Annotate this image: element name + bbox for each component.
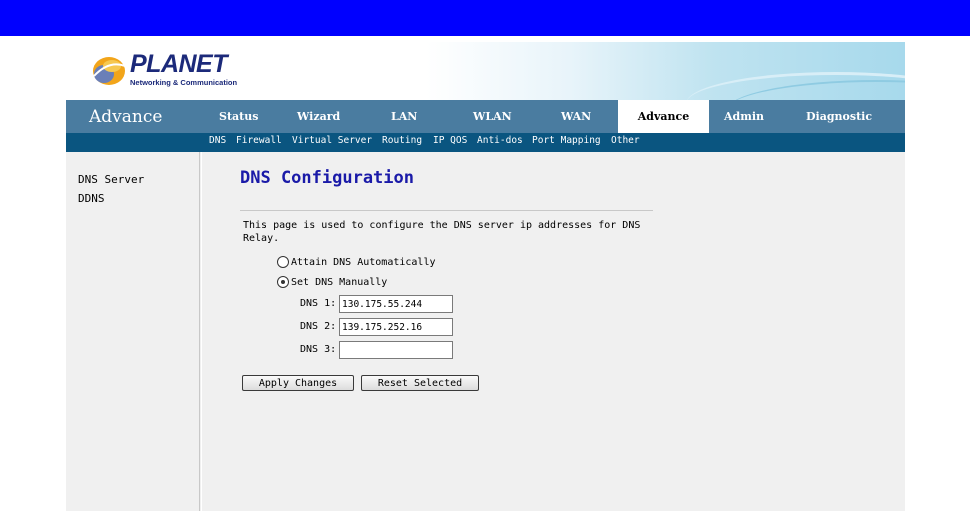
nav-tab-lan[interactable]: LAN	[391, 100, 417, 133]
nav-tab-advance[interactable]: Advance	[618, 100, 709, 133]
nav-section-title: Advance	[89, 107, 163, 127]
sidebar-item-dns-server[interactable]: DNS Server	[78, 173, 144, 186]
subnav-other[interactable]: Other	[611, 135, 640, 146]
nav-tab-wan[interactable]: WAN	[561, 100, 591, 133]
radio-row-manual: Set DNS Manually	[277, 276, 387, 288]
page-title: DNS Configuration	[240, 168, 414, 188]
radio-set-dns-manually[interactable]	[277, 276, 289, 288]
sub-nav: DNS Firewall Virtual Server Routing IP Q…	[66, 133, 905, 152]
planet-logo-icon	[93, 57, 126, 85]
dns2-label: DNS 2:	[300, 321, 337, 332]
logo-brand-text: PLANET	[130, 50, 228, 78]
dns1-input[interactable]	[339, 295, 453, 313]
subnav-port-mapping[interactable]: Port Mapping	[532, 135, 601, 146]
subnav-dns[interactable]: DNS	[209, 135, 226, 146]
apply-changes-button[interactable]: Apply Changes	[242, 375, 354, 391]
subnav-firewall[interactable]: Firewall	[236, 135, 282, 146]
radio-label-auto: Attain DNS Automatically	[291, 256, 436, 268]
dns2-input[interactable]	[339, 318, 453, 336]
planet-logo: PLANET Networking & Communication	[92, 50, 262, 88]
dns3-input[interactable]	[339, 341, 453, 359]
reset-selected-button[interactable]: Reset Selected	[361, 375, 479, 391]
router-admin-frame: PLANET Networking & Communication Advanc…	[66, 42, 905, 511]
top-blue-bar	[0, 0, 970, 36]
subnav-virtual-server[interactable]: Virtual Server	[292, 135, 372, 146]
sidebar-divider	[201, 152, 202, 511]
logo-tagline: Networking & Communication	[130, 78, 238, 87]
subnav-ip-qos[interactable]: IP QOS	[433, 135, 467, 146]
sidebar-item-ddns[interactable]: DDNS	[78, 192, 105, 205]
nav-tab-wizard[interactable]: Wizard	[297, 100, 340, 133]
subnav-routing[interactable]: Routing	[382, 135, 422, 146]
title-divider	[240, 210, 653, 211]
dns1-label: DNS 1:	[300, 298, 337, 309]
radio-attain-dns-automatically[interactable]	[277, 256, 289, 268]
nav-tab-admin[interactable]: Admin	[724, 100, 764, 133]
main-nav: Advance Status Wizard LAN WLAN WAN Advan…	[66, 100, 905, 133]
nav-tab-status[interactable]: Status	[219, 100, 258, 133]
radio-label-manual: Set DNS Manually	[291, 276, 388, 288]
radio-row-auto: Attain DNS Automatically	[277, 256, 436, 268]
page-description: This page is used to configure the DNS s…	[243, 220, 641, 244]
nav-tab-wlan[interactable]: WLAN	[473, 100, 512, 133]
dns3-label: DNS 3:	[300, 344, 337, 355]
header-banner: PLANET Networking & Communication	[66, 42, 905, 100]
subnav-anti-dos[interactable]: Anti-dos	[477, 135, 523, 146]
nav-tab-diagnostic[interactable]: Diagnostic	[806, 100, 872, 133]
sidebar-divider	[199, 152, 200, 511]
